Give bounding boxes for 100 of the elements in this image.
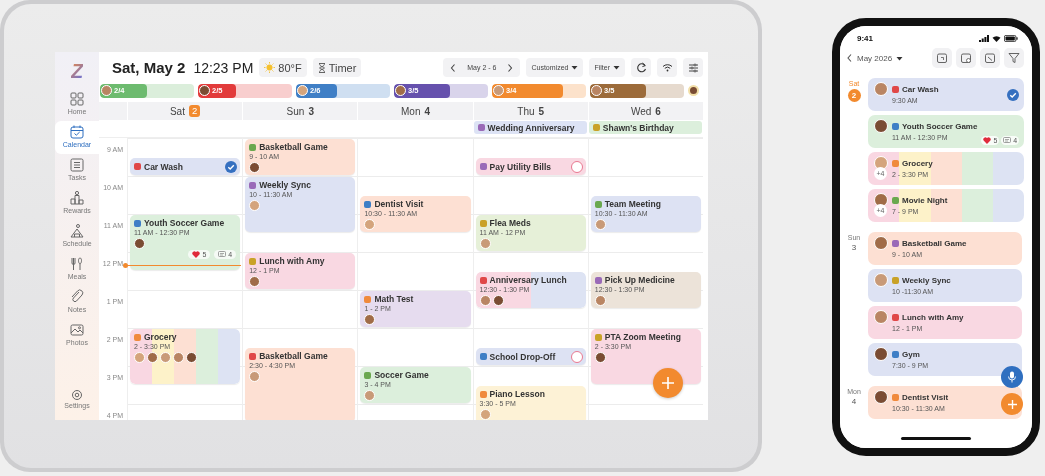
microphone-button[interactable] (1001, 366, 1023, 388)
event-card[interactable]: Car Wash (130, 158, 241, 175)
event-title: Dentist Visit (374, 199, 425, 209)
event-title: PTA Zoom Meeting (604, 332, 682, 342)
square-icon (364, 200, 372, 208)
avatar-icon (873, 347, 888, 361)
avatar-icon (492, 295, 504, 306)
avatar-icon (395, 85, 406, 96)
wifi-icon (661, 62, 673, 73)
square-icon (479, 219, 487, 227)
avatar-icon (199, 85, 210, 96)
signal-icon (979, 34, 989, 42)
day-name: Sun (286, 105, 305, 117)
settings-icon (71, 389, 83, 401)
refresh-button[interactable] (631, 58, 651, 77)
avatar-icon (594, 295, 606, 306)
event-title: Lunch with Amy (902, 313, 964, 322)
avatar-icon (186, 352, 197, 363)
event-title: Dentist Visit (902, 393, 949, 402)
chevron-left-icon[interactable] (449, 62, 458, 73)
event-title: Car Wash (144, 161, 184, 172)
square-icon (479, 163, 487, 170)
event-title: Wedding Anniversary (487, 122, 576, 133)
avatar-icon (873, 310, 888, 324)
avatar-icon (249, 371, 261, 382)
all-day-event[interactable]: Shawn's Birthday (588, 121, 702, 134)
square-icon (594, 276, 602, 284)
calendar-button[interactable] (932, 48, 952, 68)
avatar-icon (591, 85, 602, 96)
battery-icon (1004, 34, 1018, 42)
square-icon (892, 351, 899, 358)
square-icon (134, 333, 141, 341)
calendar-button[interactable] (956, 48, 976, 68)
event-title: Youth Soccer Game (902, 122, 978, 131)
timer-button[interactable]: Timer (312, 58, 362, 77)
heart-icon (983, 137, 992, 144)
checkbox[interactable] (1007, 88, 1020, 101)
square-icon (249, 257, 257, 265)
chevron-right-icon[interactable] (506, 62, 515, 73)
list-icon (69, 157, 85, 173)
day-date: 5 (538, 105, 545, 117)
square-icon (892, 160, 899, 167)
sliders-icon (687, 62, 699, 73)
square-icon (892, 240, 899, 247)
comment-icon (1003, 137, 1012, 144)
checkbox[interactable] (570, 160, 583, 173)
weather-button[interactable]: 80°F (259, 58, 307, 77)
avatar-icon (873, 82, 888, 96)
avatar-icon (873, 119, 888, 133)
paperclip-icon (69, 289, 85, 305)
settings-button[interactable] (683, 58, 703, 77)
calendar-icon (960, 52, 972, 64)
avatar-icon (364, 390, 376, 401)
filter-button[interactable] (1004, 48, 1024, 68)
square-icon (892, 277, 899, 284)
calendar-icon (69, 124, 85, 140)
chevron-left-icon[interactable] (846, 53, 853, 63)
avatar-icon (249, 200, 261, 211)
wifi-icon (992, 34, 1001, 42)
utensils-icon (69, 256, 85, 272)
square-icon (364, 371, 372, 379)
event-title: Basketball Game (259, 351, 329, 361)
clock-time: 12:23 PM (193, 59, 254, 76)
square-icon (249, 181, 257, 189)
event-title: Shawn's Birthday (602, 122, 675, 133)
event-title: Basketball Game (902, 239, 967, 248)
calendar-button[interactable] (980, 48, 1000, 68)
comment-icon (218, 251, 227, 258)
event-title: Flea Meds (489, 218, 532, 228)
microphone-icon (1007, 371, 1017, 383)
month-picker[interactable]: May 2026 (857, 53, 904, 63)
caret-icon (571, 65, 579, 70)
event-title: Anniversary Lunch (489, 275, 568, 285)
plus-icon (1006, 398, 1018, 410)
avatar-icon (101, 85, 112, 96)
square-icon (477, 124, 485, 131)
square-icon (249, 352, 257, 360)
square-icon (594, 200, 602, 208)
event-card[interactable]: School Drop-Off (475, 348, 586, 365)
square-icon (892, 314, 899, 321)
avatar-icon (479, 295, 491, 306)
all-day-event[interactable]: Wedding Anniversary (473, 121, 587, 134)
avatar-icon (479, 409, 491, 420)
event-title: Pick Up Medicine (604, 275, 676, 285)
hourglass-icon (317, 62, 326, 73)
avatar-icon (134, 352, 145, 363)
avatar-icon (873, 273, 888, 287)
day-name: Wed (630, 105, 652, 117)
event-title: School Drop-Off (489, 351, 557, 362)
square-icon (134, 163, 141, 170)
avatar-icon (493, 85, 504, 96)
checkbox[interactable] (225, 160, 238, 173)
checkbox[interactable] (570, 350, 583, 363)
event-card[interactable]: Pay Utility Bills (475, 158, 586, 175)
status-time: 9:41 (857, 33, 873, 43)
day-date: 6 (655, 105, 661, 117)
wifi-button[interactable] (657, 58, 677, 77)
event-title: Weekly Sync (259, 180, 312, 190)
day-date: 3 (308, 105, 314, 117)
avatar-icon (147, 352, 158, 363)
